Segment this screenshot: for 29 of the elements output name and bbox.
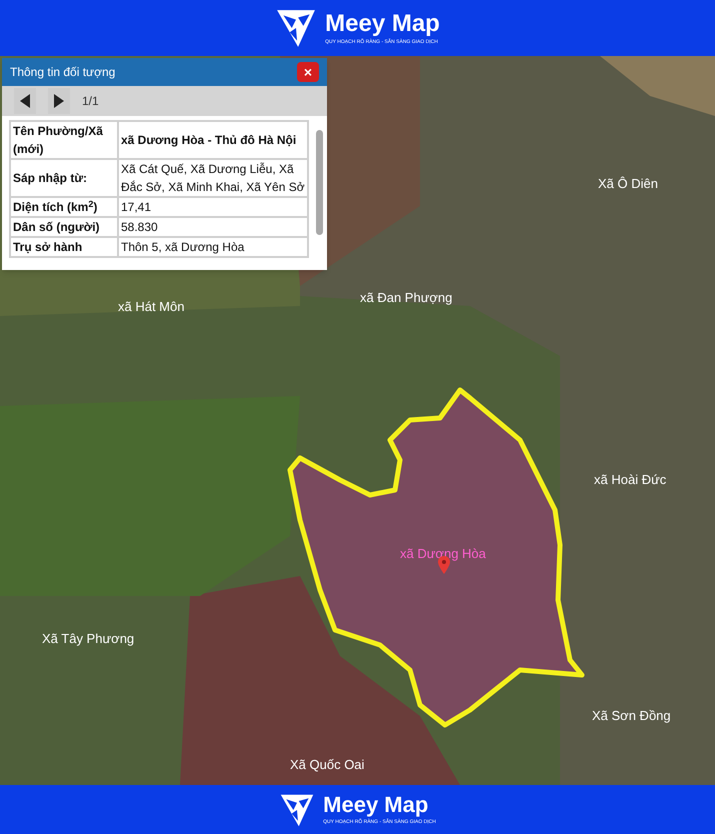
table-cell: Xã Cát Quế, Xã Dương Liễu, Xã Đắc Sở, Xã Minh Khai, Xã Yên Sở	[118, 159, 308, 197]
map-label: xã Hoài Đức	[594, 471, 666, 489]
table-cell: Tên Phường/Xã (mới)	[10, 121, 118, 159]
table-cell: xã Dương Hòa - Thủ đô Hà Nội	[118, 121, 308, 159]
table-cell: 58.830	[118, 217, 308, 237]
logo-icon	[279, 792, 316, 828]
logo-icon	[275, 7, 318, 49]
next-button[interactable]	[48, 88, 70, 114]
table-cell: Trụ sở hành	[10, 237, 118, 257]
previous-button[interactable]	[14, 88, 36, 114]
close-button[interactable]: ×	[297, 62, 319, 82]
map-label: Xã Tây Phương	[42, 630, 134, 648]
table-cell: Dân số (người)	[10, 217, 118, 237]
page-counter: 1/1	[82, 93, 99, 110]
table-cell: Thôn 5, xã Dương Hòa	[118, 237, 308, 257]
popup-title: Thông tin đối tượng	[10, 64, 116, 81]
brand-name: Meey Map	[323, 794, 430, 816]
map-label: xã Đan Phượng	[360, 289, 452, 307]
table-cell: Sáp nhập từ:	[10, 159, 118, 197]
map-label: Xã Quốc Oai	[290, 756, 364, 774]
right-triangle-icon	[54, 94, 64, 108]
brand-name: Meey Map	[325, 12, 440, 36]
map-label: xã Dương Hòa	[400, 545, 486, 563]
map-label: xã Hát Môn	[118, 298, 184, 316]
table-cell: 17,41	[118, 197, 308, 217]
left-triangle-icon	[20, 94, 30, 108]
map-label: Xã Ô Diên	[598, 175, 658, 193]
map-label: Xã Sơn Đồng	[592, 707, 671, 725]
table-cell: Diện tích (km$^{2}$)	[10, 197, 118, 217]
